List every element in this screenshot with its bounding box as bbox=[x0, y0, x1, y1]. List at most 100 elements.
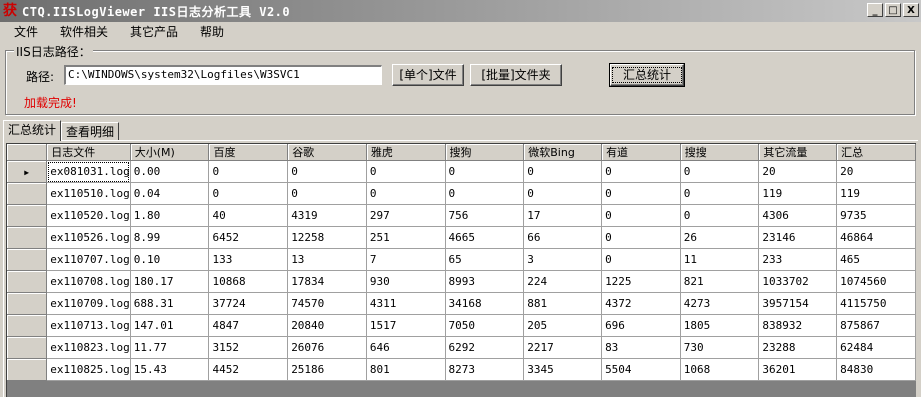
row-header[interactable] bbox=[7, 314, 48, 337]
table-cell[interactable]: 17 bbox=[523, 204, 603, 227]
table-cell[interactable]: 0.04 bbox=[130, 182, 210, 205]
table-cell[interactable]: 180.17 bbox=[130, 270, 210, 293]
table-cell[interactable]: 6452 bbox=[208, 226, 289, 249]
table-cell[interactable]: 26 bbox=[680, 226, 760, 249]
single-file-button[interactable]: [单个]文件 bbox=[392, 64, 464, 86]
table-cell[interactable]: 730 bbox=[680, 336, 760, 359]
table-cell[interactable]: 25186 bbox=[287, 358, 367, 381]
row-header[interactable] bbox=[7, 270, 48, 293]
table-cell[interactable]: 0 bbox=[445, 182, 525, 205]
table-cell[interactable]: 133 bbox=[208, 248, 289, 271]
table-cell[interactable]: 0 bbox=[523, 160, 603, 183]
table-cell[interactable]: 3 bbox=[523, 248, 603, 271]
table-cell[interactable]: 15.43 bbox=[130, 358, 210, 381]
table-cell[interactable]: 838932 bbox=[758, 314, 838, 337]
table-cell[interactable]: 0 bbox=[287, 160, 367, 183]
col-header-logfile[interactable]: 日志文件 bbox=[46, 144, 131, 161]
row-header[interactable] bbox=[7, 336, 48, 359]
table-cell[interactable]: 13 bbox=[287, 248, 367, 271]
table-cell[interactable]: 3152 bbox=[208, 336, 289, 359]
table-cell[interactable]: 251 bbox=[366, 226, 446, 249]
table-cell[interactable]: 4311 bbox=[366, 292, 446, 315]
col-header-bing[interactable]: 微软Bing bbox=[523, 144, 603, 161]
summary-button[interactable]: 汇总统计 bbox=[609, 63, 685, 87]
table-row[interactable]: ex110707.log 0.10 133 13 7 65 3 0 11 233 465 bbox=[7, 248, 916, 271]
table-cell[interactable]: 0 bbox=[601, 248, 681, 271]
tab-details[interactable]: 查看明细 bbox=[61, 122, 120, 141]
table-cell[interactable]: 8.99 bbox=[130, 226, 210, 249]
col-header-youdao[interactable]: 有道 bbox=[601, 144, 681, 161]
table-cell[interactable]: 4847 bbox=[208, 314, 289, 337]
table-cell[interactable]: 688.31 bbox=[130, 292, 210, 315]
col-header-baidu[interactable]: 百度 bbox=[208, 144, 289, 161]
table-cell[interactable]: 0 bbox=[601, 204, 681, 227]
cell-logfile[interactable]: ex110823.log bbox=[46, 336, 131, 359]
table-cell[interactable]: 8273 bbox=[445, 358, 525, 381]
table-cell[interactable]: 7050 bbox=[445, 314, 525, 337]
table-cell[interactable]: 0 bbox=[445, 160, 525, 183]
table-row[interactable]: ex110510.log 0.04 0 0 0 0 0 0 0 119 119 bbox=[7, 182, 916, 205]
summary-grid[interactable]: 日志文件 大小(M) 百度 谷歌 雅虎 搜狗 微软Bing 有道 搜搜 其它流量… bbox=[6, 143, 916, 397]
table-cell[interactable]: 23288 bbox=[758, 336, 838, 359]
row-header[interactable] bbox=[7, 358, 48, 381]
table-cell[interactable]: 11 bbox=[680, 248, 760, 271]
table-cell[interactable]: 0 bbox=[680, 204, 760, 227]
table-cell[interactable]: 1074560 bbox=[836, 270, 916, 293]
table-cell[interactable]: 147.01 bbox=[130, 314, 210, 337]
table-cell[interactable]: 17834 bbox=[287, 270, 367, 293]
table-cell[interactable]: 20 bbox=[758, 160, 838, 183]
table-cell[interactable]: 3345 bbox=[523, 358, 603, 381]
menu-help[interactable]: 帮助 bbox=[192, 23, 232, 41]
table-cell[interactable]: 930 bbox=[366, 270, 446, 293]
table-cell[interactable]: 46864 bbox=[836, 226, 916, 249]
table-row[interactable]: ex110825.log 15.43 4452 25186 801 8273 3345 550… bbox=[7, 358, 916, 381]
table-cell[interactable]: 233 bbox=[758, 248, 838, 271]
table-cell[interactable]: 1.80 bbox=[130, 204, 210, 227]
menu-other-products[interactable]: 其它产品 bbox=[122, 23, 186, 41]
row-header[interactable] bbox=[7, 226, 48, 249]
table-cell[interactable]: 9735 bbox=[836, 204, 916, 227]
table-cell[interactable]: 0 bbox=[208, 160, 289, 183]
table-cell[interactable]: 8993 bbox=[445, 270, 525, 293]
table-cell[interactable]: 4452 bbox=[208, 358, 289, 381]
col-header-total[interactable]: 汇总 bbox=[836, 144, 916, 161]
table-cell[interactable]: 40 bbox=[208, 204, 289, 227]
table-cell[interactable]: 6292 bbox=[445, 336, 525, 359]
table-row[interactable]: ex110823.log 11.77 3152 26076 646 6292 2217 83 7… bbox=[7, 336, 916, 359]
table-cell[interactable]: 0 bbox=[366, 182, 446, 205]
table-cell[interactable]: 0 bbox=[208, 182, 289, 205]
cell-logfile[interactable]: ex110526.log bbox=[46, 226, 131, 249]
table-cell[interactable]: 801 bbox=[366, 358, 446, 381]
table-cell[interactable]: 4306 bbox=[758, 204, 838, 227]
table-cell[interactable]: 4319 bbox=[287, 204, 367, 227]
table-cell[interactable]: 1033702 bbox=[758, 270, 838, 293]
row-header[interactable]: ▶ bbox=[7, 160, 48, 183]
minimize-button[interactable]: _ bbox=[867, 3, 883, 17]
table-cell[interactable]: 5504 bbox=[601, 358, 681, 381]
col-header-other[interactable]: 其它流量 bbox=[758, 144, 838, 161]
row-header[interactable] bbox=[7, 204, 48, 227]
col-header-soso[interactable]: 搜搜 bbox=[680, 144, 760, 161]
table-row[interactable]: ex110709.log 688.31 37724 74570 4311 34168 881… bbox=[7, 292, 916, 315]
table-cell[interactable]: 0.10 bbox=[130, 248, 210, 271]
table-cell[interactable]: 696 bbox=[601, 314, 681, 337]
table-cell[interactable]: 119 bbox=[758, 182, 838, 205]
table-cell[interactable]: 875867 bbox=[836, 314, 916, 337]
tab-summary[interactable]: 汇总统计 bbox=[3, 120, 62, 141]
table-row[interactable]: ex110713.log 147.01 4847 20840 1517 7050 205 69… bbox=[7, 314, 916, 337]
table-row[interactable]: ex110708.log 180.17 10868 17834 930 8993 224 12… bbox=[7, 270, 916, 293]
cell-logfile[interactable]: ex110520.log bbox=[46, 204, 131, 227]
table-cell[interactable]: 756 bbox=[445, 204, 525, 227]
maximize-button[interactable]: □ bbox=[885, 3, 901, 17]
table-cell[interactable]: 2217 bbox=[523, 336, 603, 359]
table-cell[interactable]: 0 bbox=[680, 160, 760, 183]
cell-logfile[interactable]: ex081031.log bbox=[46, 160, 131, 183]
table-cell[interactable]: 1517 bbox=[366, 314, 446, 337]
table-cell[interactable]: 3957154 bbox=[758, 292, 838, 315]
table-cell[interactable]: 11.77 bbox=[130, 336, 210, 359]
table-cell[interactable]: 0 bbox=[601, 226, 681, 249]
close-button[interactable]: X bbox=[903, 3, 919, 17]
cell-logfile[interactable]: ex110708.log bbox=[46, 270, 131, 293]
table-cell[interactable]: 4273 bbox=[680, 292, 760, 315]
table-cell[interactable]: 881 bbox=[523, 292, 603, 315]
